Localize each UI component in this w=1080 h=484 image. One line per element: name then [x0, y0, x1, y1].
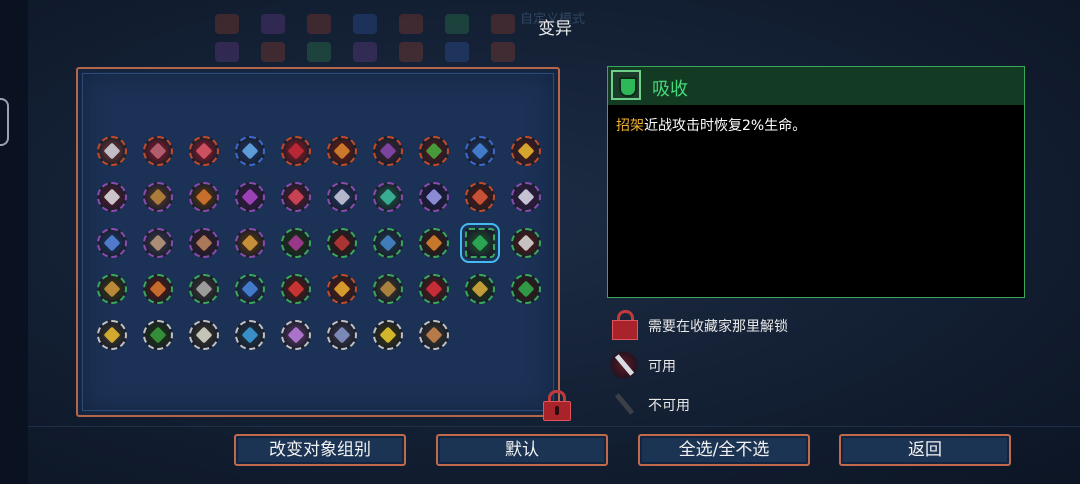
red-rune-icon[interactable] — [281, 136, 311, 166]
select-all-button[interactable]: 全选/全不选 — [638, 434, 810, 466]
legend-available: 可用 — [610, 350, 910, 380]
default-button[interactable]: 默认 — [436, 434, 608, 466]
legend-unavailable: 不可用 — [610, 389, 910, 419]
golden-horn-icon[interactable] — [465, 274, 495, 304]
blue-crown-icon[interactable] — [235, 320, 265, 350]
mutation-description: 招架近战攻击时恢复2%生命。 — [616, 115, 806, 135]
sun-icon[interactable] — [373, 320, 403, 350]
purple-orb-icon[interactable] — [281, 320, 311, 350]
cross-blade-icon[interactable] — [281, 182, 311, 212]
mutation-info-panel: 吸收 招架近战攻击时恢复2%生命。 — [607, 66, 1025, 298]
bow-icon[interactable] — [143, 136, 173, 166]
skull-icon[interactable] — [189, 320, 219, 350]
green-crown-icon[interactable] — [419, 136, 449, 166]
speed-icon[interactable] — [97, 320, 127, 350]
blue-gate-icon[interactable] — [235, 274, 265, 304]
stick-icon[interactable] — [419, 320, 449, 350]
blue-slash-icon[interactable] — [97, 228, 127, 258]
legend-locked: 需要在收藏家那里解锁 — [610, 310, 910, 340]
green-shield-icon — [619, 77, 637, 97]
knight-icon[interactable] — [97, 274, 127, 304]
red-bolt-icon[interactable] — [419, 274, 449, 304]
legend-available-label: 可用 — [648, 359, 676, 375]
ice-blades-icon[interactable] — [235, 136, 265, 166]
arrow-up-icon[interactable] — [373, 182, 403, 212]
lightning-icon[interactable] — [511, 136, 541, 166]
skull-mask-icon[interactable] — [327, 228, 357, 258]
potion-icon[interactable] — [465, 136, 495, 166]
purple-hook-icon[interactable] — [235, 182, 265, 212]
dagger-icon[interactable] — [143, 274, 173, 304]
orange-orb-icon[interactable] — [189, 182, 219, 212]
grey-c-icon[interactable] — [189, 274, 219, 304]
description-text: 近战攻击时恢复2%生命。 — [644, 118, 807, 134]
change-group-button[interactable]: 改变对象组别 — [234, 434, 406, 466]
left-edge-bar — [0, 0, 28, 484]
snake-icon[interactable] — [511, 182, 541, 212]
available-sword-icon — [610, 350, 638, 380]
hammer-icon[interactable] — [143, 182, 173, 212]
green-fist-icon[interactable] — [511, 274, 541, 304]
gold-shield-icon[interactable] — [419, 228, 449, 258]
spear-icon[interactable] — [189, 228, 219, 258]
mutation-name: 吸收 — [652, 79, 688, 100]
drop-icon[interactable] — [281, 228, 311, 258]
wings-icon[interactable] — [419, 182, 449, 212]
keyword-parry: 招架 — [616, 118, 644, 134]
fangs-icon[interactable] — [511, 228, 541, 258]
side-drawer-handle[interactable] — [0, 98, 9, 146]
forbidden-icon[interactable] — [465, 182, 495, 212]
legend-locked-label: 需要在收藏家那里解锁 — [648, 319, 788, 335]
fire-heart-icon[interactable] — [281, 274, 311, 304]
sword-icon[interactable] — [97, 136, 127, 166]
red-lock-icon — [610, 310, 638, 340]
claw-icon[interactable] — [189, 136, 219, 166]
dragon-icon[interactable] — [373, 136, 403, 166]
legend-unavailable-label: 不可用 — [648, 398, 690, 414]
green-tree-icon[interactable] — [143, 320, 173, 350]
lock-icon — [543, 401, 571, 421]
bottom-divider — [28, 426, 1080, 427]
blue-face-icon[interactable] — [373, 228, 403, 258]
fire-bell-icon[interactable] — [327, 136, 357, 166]
back-button[interactable]: 返回 — [839, 434, 1011, 466]
ghost-icon[interactable] — [97, 182, 127, 212]
axe-icon[interactable] — [327, 320, 357, 350]
unavailable-sword-icon — [610, 389, 638, 419]
hammer-fist-icon[interactable] — [235, 228, 265, 258]
mutation-grid-panel — [76, 67, 571, 421]
green-shield-icon[interactable] — [460, 223, 500, 263]
selected-mutation-icon — [611, 70, 641, 100]
info-header: 吸收 — [608, 67, 1024, 105]
page-title: 变异 — [538, 19, 572, 39]
chevrons-icon[interactable] — [327, 274, 357, 304]
armor-icon[interactable] — [373, 274, 403, 304]
trident-icon[interactable] — [327, 182, 357, 212]
crossbow-icon[interactable] — [143, 228, 173, 258]
locked-mutation-slot[interactable] — [542, 390, 571, 421]
